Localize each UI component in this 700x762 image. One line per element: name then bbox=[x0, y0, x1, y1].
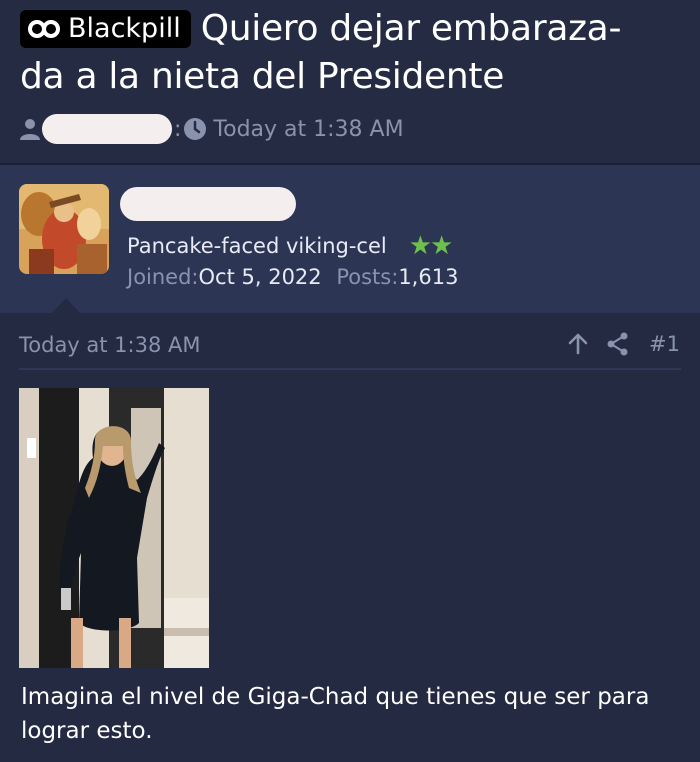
post-header-divider bbox=[19, 368, 681, 370]
post-actions: #1 bbox=[565, 331, 680, 357]
user-title-text: Pancake-faced viking-cel bbox=[127, 234, 387, 258]
thread-header: Blackpill Quiero dejar embaraza- da a la… bbox=[0, 0, 700, 163]
thread-title: Quiero dejar embaraza- bbox=[200, 8, 622, 49]
posts-value[interactable]: 1,613 bbox=[398, 265, 458, 289]
clock-icon bbox=[184, 118, 207, 140]
redacted-username bbox=[42, 114, 172, 144]
share-icon[interactable] bbox=[605, 331, 631, 357]
joined-value: Oct 5, 2022 bbox=[198, 265, 322, 289]
post-number-link[interactable]: #1 bbox=[649, 332, 680, 356]
thread-title-row: Blackpill Quiero dejar embaraza- bbox=[20, 6, 621, 52]
arrow-up-icon[interactable] bbox=[565, 331, 591, 357]
star-rating-icon: ★★ bbox=[408, 231, 454, 261]
post-pointer bbox=[52, 298, 80, 313]
prefix-label: Blackpill bbox=[68, 13, 181, 44]
user-title: Pancake-faced viking-cel ★★ bbox=[127, 231, 454, 261]
thread-title-continued: da a la nieta del Presidente bbox=[20, 56, 505, 97]
infinity-icon bbox=[28, 20, 60, 38]
joined-label: Joined: bbox=[127, 265, 199, 289]
user-stats: Joined:Oct 5, 2022 Posts:1,613 bbox=[127, 265, 458, 289]
thread-meta: : Today at 1:38 AM bbox=[18, 114, 404, 144]
post-date[interactable]: Today at 1:38 AM bbox=[19, 333, 201, 357]
post-author-block: Pancake-faced viking-cel ★★ Joined:Oct 5… bbox=[0, 165, 700, 313]
post: Today at 1:38 AM #1 Imagina el nivel de … bbox=[0, 313, 700, 762]
prefix-badge[interactable]: Blackpill bbox=[20, 10, 191, 48]
avatar-image bbox=[19, 184, 109, 274]
thread-time[interactable]: Today at 1:38 AM bbox=[213, 117, 403, 142]
user-icon bbox=[20, 119, 40, 140]
meta-separator: : bbox=[174, 116, 182, 142]
post-body: Imagina el nivel de Giga-Chad que tienes… bbox=[21, 684, 650, 744]
post-photo bbox=[19, 388, 209, 668]
post-image[interactable] bbox=[19, 388, 209, 668]
avatar[interactable] bbox=[19, 184, 109, 274]
posts-label: Posts: bbox=[336, 265, 399, 289]
redacted-author-name bbox=[120, 187, 296, 221]
